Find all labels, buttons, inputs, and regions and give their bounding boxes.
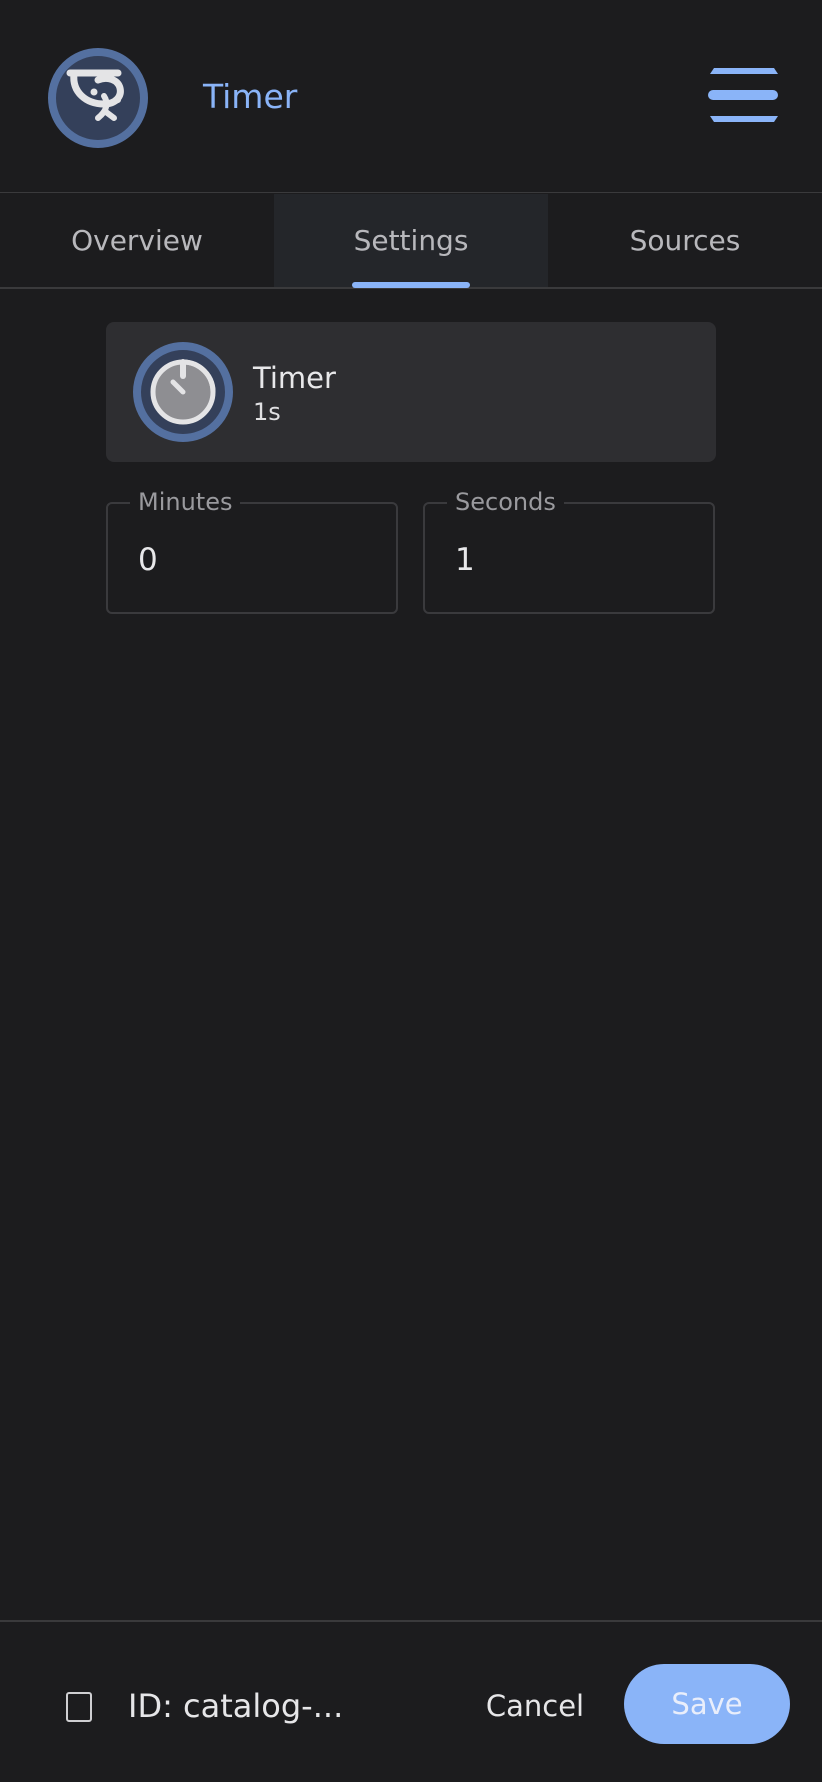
- hamburger-menu-icon: [708, 68, 778, 122]
- seconds-field: Seconds: [423, 487, 715, 614]
- tab-settings[interactable]: Settings: [274, 194, 548, 288]
- cancel-button[interactable]: Cancel: [470, 1680, 600, 1732]
- entity-id: ID: catalog-...: [128, 1687, 344, 1725]
- save-button[interactable]: Save: [624, 1664, 790, 1744]
- tab-sources[interactable]: Sources: [548, 194, 822, 287]
- app-header: Timer: [0, 0, 822, 193]
- tab-overview-label: Overview: [71, 224, 203, 257]
- tab-settings-label: Settings: [353, 224, 469, 257]
- menu-button[interactable]: [700, 60, 780, 132]
- timer-summary-duration: 1s: [253, 398, 281, 426]
- timer-summary-title: Timer: [253, 361, 336, 395]
- minutes-label: Minutes: [130, 487, 241, 517]
- tab-sources-label: Sources: [629, 224, 741, 257]
- timer-summary-card: Timer 1s: [106, 322, 716, 462]
- tab-overview[interactable]: Overview: [0, 194, 274, 287]
- action-footer: ID: catalog-... Cancel Save: [0, 1620, 822, 1782]
- tab-bar: Overview Settings Sources: [0, 194, 822, 289]
- seconds-label: Seconds: [447, 487, 564, 517]
- app-title: Timer: [203, 77, 298, 116]
- seconds-input[interactable]: [455, 538, 685, 582]
- copy-icon[interactable]: [66, 1692, 92, 1722]
- shrimp-icon: [48, 48, 148, 148]
- timer-icon: [133, 342, 233, 442]
- minutes-field: Minutes: [106, 487, 398, 614]
- active-tab-indicator: [352, 282, 470, 288]
- timer-settings-page: Timer Overview Settings Sources Timer 1s…: [0, 0, 822, 1782]
- minutes-input[interactable]: [138, 538, 368, 582]
